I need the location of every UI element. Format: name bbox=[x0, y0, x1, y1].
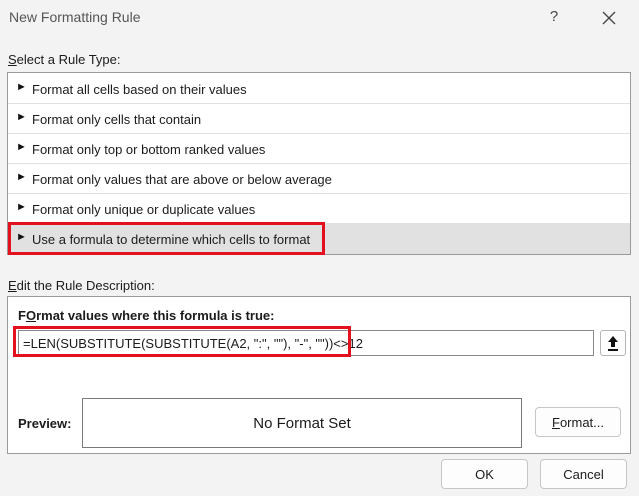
arrow-right-icon: ► bbox=[16, 111, 27, 123]
rule-description-label: Edit the Rule Description: bbox=[8, 278, 155, 293]
window-title: New Formatting Rule bbox=[9, 9, 141, 25]
help-button[interactable]: ? bbox=[542, 5, 566, 29]
rule-type-label-text: Format only values that are above or bel… bbox=[32, 172, 332, 187]
arrow-right-icon: ► bbox=[16, 81, 27, 93]
rule-type-label-text: Format all cells based on their values bbox=[32, 82, 247, 97]
rule-type-item-all-cells[interactable]: ► Format all cells based on their values bbox=[8, 74, 630, 104]
preview-box: No Format Set bbox=[82, 398, 522, 448]
preview-label: Preview: bbox=[18, 416, 72, 431]
title-bar: New Formatting Rule ? bbox=[0, 0, 639, 36]
cancel-button[interactable]: Cancel bbox=[540, 459, 627, 489]
rule-type-label-text: Format only top or bottom ranked values bbox=[32, 142, 266, 157]
close-button[interactable] bbox=[596, 5, 622, 31]
rule-type-label: Select a Rule Type: bbox=[8, 52, 121, 67]
rule-type-item-contains[interactable]: ► Format only cells that contain bbox=[8, 104, 630, 134]
arrow-right-icon: ► bbox=[16, 141, 27, 153]
collapse-dialog-button[interactable] bbox=[600, 330, 626, 356]
upload-arrow-icon bbox=[608, 336, 618, 351]
rule-type-item-top-bottom[interactable]: ► Format only top or bottom ranked value… bbox=[8, 134, 630, 164]
rule-description-panel: FOrmat values where this formula is true… bbox=[7, 296, 631, 454]
rule-type-label-text: Format only unique or duplicate values bbox=[32, 202, 256, 217]
format-button[interactable]: Format... bbox=[535, 407, 621, 437]
arrow-right-icon: ► bbox=[16, 171, 27, 183]
rule-type-item-unique-duplicate[interactable]: ► Format only unique or duplicate values bbox=[8, 194, 630, 224]
highlight-box-formula bbox=[13, 326, 351, 357]
preview-text: No Format Set bbox=[253, 414, 351, 432]
ok-button[interactable]: OK bbox=[441, 459, 528, 489]
highlight-box-rule bbox=[8, 222, 325, 255]
arrow-right-icon: ► bbox=[16, 201, 27, 213]
rule-type-label-text: Format only cells that contain bbox=[32, 112, 202, 127]
close-icon bbox=[602, 11, 616, 25]
formula-heading: FOrmat values where this formula is true… bbox=[18, 308, 275, 323]
rule-type-item-above-below-average[interactable]: ► Format only values that are above or b… bbox=[8, 164, 630, 194]
